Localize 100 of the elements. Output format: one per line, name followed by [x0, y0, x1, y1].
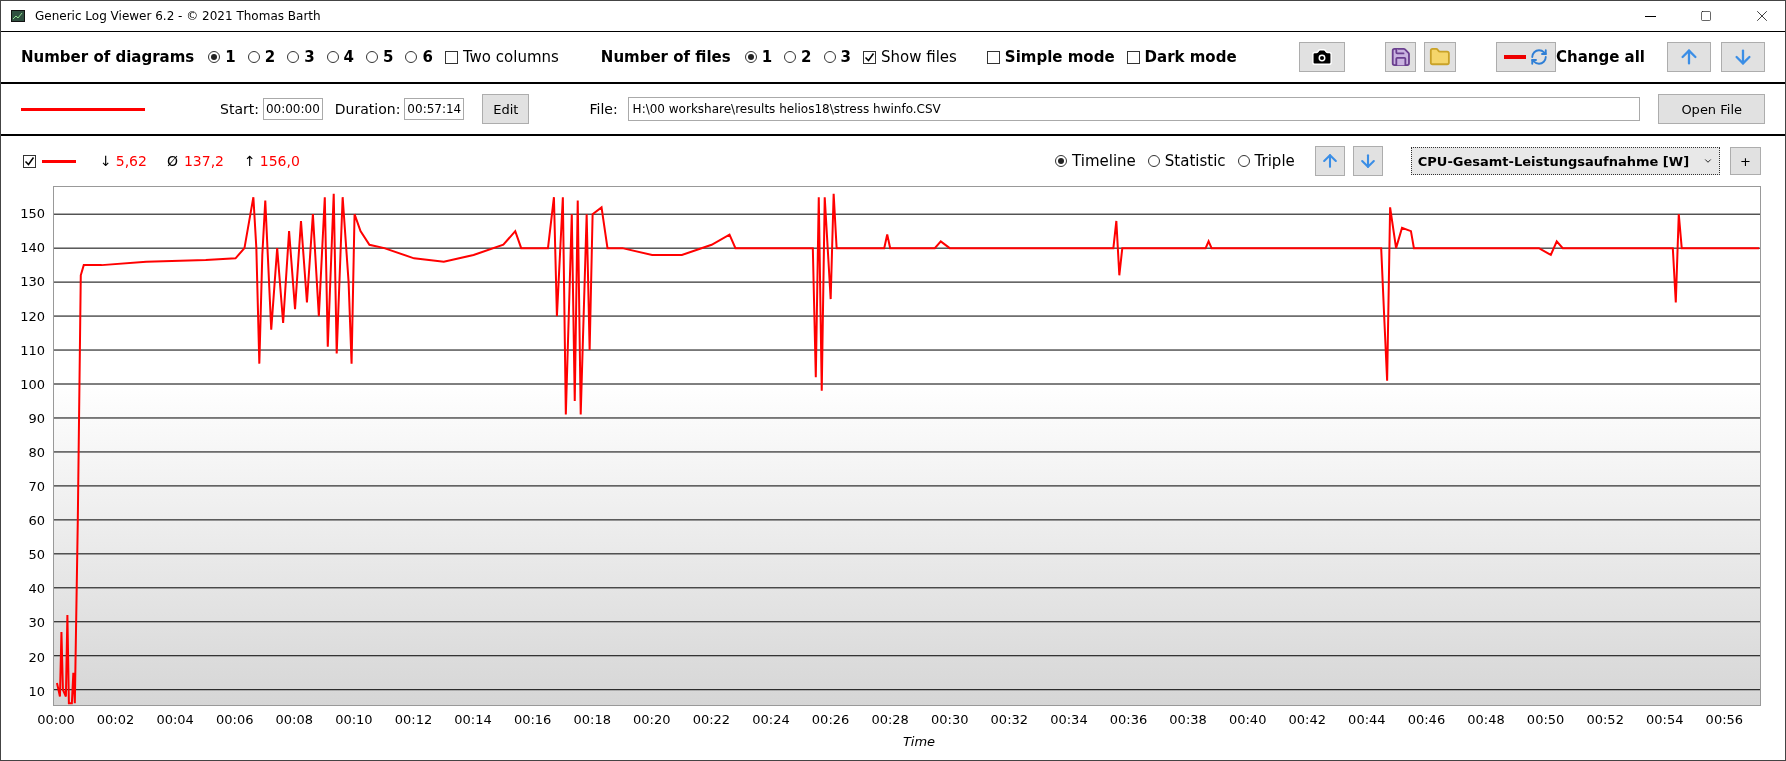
x-axis-label: 00:38 — [1169, 712, 1207, 727]
maximize-icon — [1700, 10, 1712, 22]
x-axis-label: 00:20 — [633, 712, 671, 727]
start-label: Start: — [220, 101, 259, 117]
radio-circle[interactable] — [247, 51, 260, 63]
x-axis-label: 00:12 — [394, 712, 433, 727]
checkbox[interactable]: Dark mode — [1126, 48, 1237, 66]
add-button[interactable]: + — [1730, 147, 1761, 175]
x-axis-label: 00:06 — [216, 712, 254, 727]
radio-option[interactable]: 1 — [744, 48, 773, 66]
edit-button[interactable]: Edit — [482, 94, 530, 124]
start-field[interactable]: 00:00:00 — [262, 98, 323, 120]
radio-option[interactable]: 3 — [287, 48, 315, 66]
radio-option[interactable]: 2 — [247, 48, 276, 66]
radio-option[interactable]: 2 — [784, 48, 812, 66]
y-axis-label: 10 — [28, 683, 45, 699]
move-down-button[interactable] — [1721, 42, 1765, 72]
minimize-icon — [1644, 15, 1656, 17]
move-up-button[interactable] — [1314, 146, 1345, 176]
x-axis-label: 00:56 — [1705, 712, 1744, 727]
radio-circle[interactable] — [744, 51, 757, 63]
x-axis-label: 00:26 — [811, 712, 850, 727]
x-axis-label: 00:32 — [990, 712, 1029, 727]
y-axis-label: 80 — [28, 444, 45, 460]
y-axis-label: 70 — [28, 478, 45, 494]
channel-dropdown[interactable]: CPU-Gesamt-Leistungsaufnahme [W] — [1410, 147, 1721, 175]
color-swap-button[interactable] — [1495, 42, 1556, 72]
radio-circle[interactable] — [326, 51, 339, 63]
move-down-button[interactable] — [1352, 146, 1383, 176]
x-axis-label: 00:50 — [1526, 712, 1565, 727]
window-title: Generic Log Viewer 6.2 - © 2021 Thomas Barth — [35, 9, 322, 23]
avg-value: 137,2 — [183, 153, 225, 169]
x-axis-label: 00:44 — [1348, 712, 1386, 727]
radio-circle[interactable] — [784, 51, 797, 63]
radio-circle[interactable] — [823, 51, 836, 63]
radio-circle[interactable] — [1055, 155, 1067, 167]
max-symbol: ↑ — [244, 153, 256, 169]
x-axis-label: 00:24 — [752, 712, 790, 727]
folder-icon — [1429, 46, 1451, 68]
refresh-icon — [1529, 48, 1548, 66]
checkbox[interactable]: Show files — [862, 48, 957, 66]
move-up-button[interactable] — [1667, 42, 1711, 72]
radio-option[interactable]: 1 — [208, 48, 236, 66]
y-axis-label: 110 — [20, 342, 45, 358]
x-axis-label: 00:30 — [931, 712, 969, 727]
duration-field[interactable]: 00:57:14 — [404, 98, 465, 120]
y-axis-label: 30 — [28, 614, 45, 630]
x-axis-label: 00:22 — [692, 712, 731, 727]
x-axis-label: 00:36 — [1109, 712, 1148, 727]
max-value: 156,0 — [259, 153, 300, 169]
radio-option[interactable]: Timeline — [1055, 152, 1136, 170]
radio-circle[interactable] — [287, 51, 300, 63]
radio-option[interactable]: Triple — [1237, 152, 1295, 170]
visibility-checkbox[interactable] — [23, 154, 36, 168]
y-axis-label: 140 — [20, 239, 45, 255]
x-axis-label: 00:48 — [1467, 712, 1505, 727]
radio-option[interactable]: 5 — [366, 48, 394, 66]
radio-circle[interactable] — [1147, 155, 1160, 167]
min-value: 5,62 — [115, 153, 147, 169]
x-axis-label: 00:08 — [275, 712, 314, 727]
y-axis-label: 50 — [28, 546, 45, 562]
radio-circle[interactable] — [1237, 155, 1250, 167]
x-axis-label: 00:10 — [335, 712, 373, 727]
change-all-label: Change all — [1555, 48, 1645, 66]
radio-option[interactable]: 6 — [405, 48, 433, 66]
radio-circle[interactable] — [366, 51, 378, 63]
x-axis-label: 00:16 — [513, 712, 552, 727]
y-axis-label: 90 — [28, 410, 45, 426]
file-label: File: — [589, 101, 618, 117]
y-axis-label: 130 — [20, 273, 45, 289]
x-axis-label: 00:52 — [1586, 712, 1624, 727]
y-axis-label: 100 — [20, 376, 45, 392]
checkbox[interactable]: Simple mode — [986, 48, 1115, 66]
checkmark-icon — [863, 51, 875, 63]
x-axis-label: 00:34 — [1050, 712, 1088, 727]
camera-button[interactable] — [1298, 42, 1345, 72]
x-axis-label: 00:40 — [1228, 712, 1267, 727]
file-path-field[interactable]: H:\00 workshare\results helios18\stress hwinfo.CSV — [627, 97, 1641, 121]
duration-label: Duration: — [334, 101, 401, 117]
chevron-down-icon — [1703, 156, 1714, 166]
radio-option[interactable]: 3 — [823, 48, 851, 66]
x-axis-label: 00:02 — [96, 712, 135, 727]
x-axis-label: 00:46 — [1407, 712, 1446, 727]
app-icon — [11, 10, 25, 22]
radio-option[interactable]: Statistic — [1147, 152, 1226, 170]
checkbox[interactable]: Two columns — [444, 48, 559, 66]
checkmark-icon — [24, 155, 35, 167]
y-axis-label: 40 — [28, 580, 45, 596]
x-axis-label: 00:14 — [454, 712, 492, 727]
x-axis-label: 00:28 — [871, 712, 909, 727]
open-file-button[interactable]: Open File — [1658, 94, 1765, 124]
radio-circle[interactable] — [208, 51, 221, 63]
avg-symbol: Ø — [166, 153, 178, 169]
save-button[interactable] — [1384, 42, 1417, 72]
files-label: Number of files — [600, 48, 731, 66]
x-axis-label: 00:42 — [1288, 712, 1326, 727]
radio-circle[interactable] — [405, 51, 418, 63]
y-axis-label: 150 — [20, 205, 45, 221]
x-axis-label: 00:18 — [573, 712, 611, 727]
radio-option[interactable]: 4 — [326, 48, 354, 66]
